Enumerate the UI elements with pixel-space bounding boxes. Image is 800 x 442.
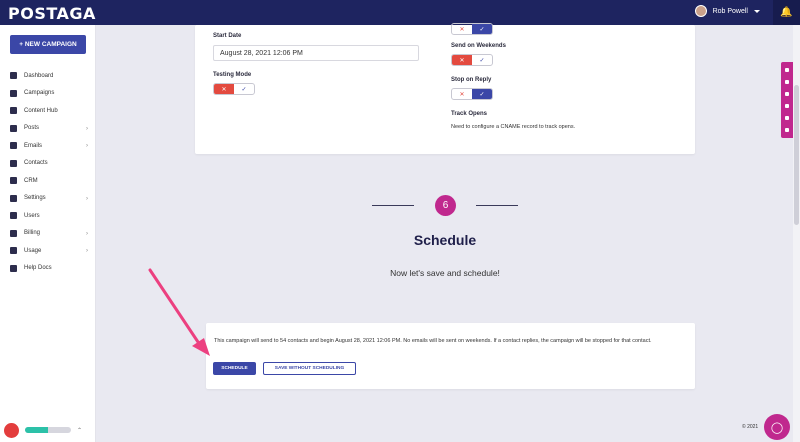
annotation-arrow — [148, 268, 210, 356]
